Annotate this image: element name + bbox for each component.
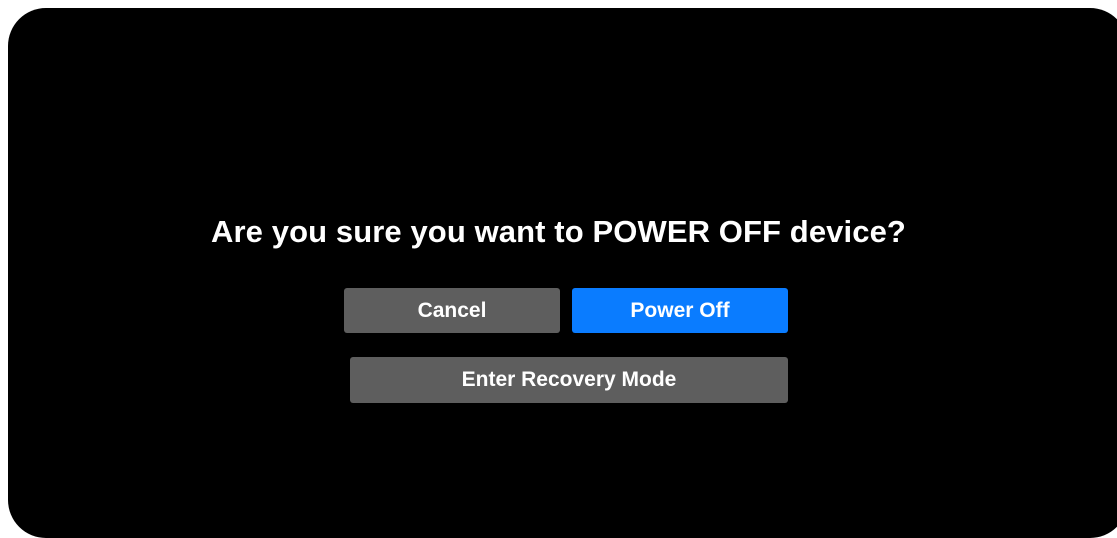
power-off-dialog: Are you sure you want to POWER OFF devic… bbox=[0, 0, 1117, 523]
enter-recovery-mode-button[interactable]: Enter Recovery Mode bbox=[350, 357, 788, 403]
power-off-button[interactable]: Power Off bbox=[572, 288, 788, 333]
cancel-button[interactable]: Cancel bbox=[344, 288, 560, 333]
dialog-message: Are you sure you want to POWER OFF devic… bbox=[211, 214, 906, 249]
